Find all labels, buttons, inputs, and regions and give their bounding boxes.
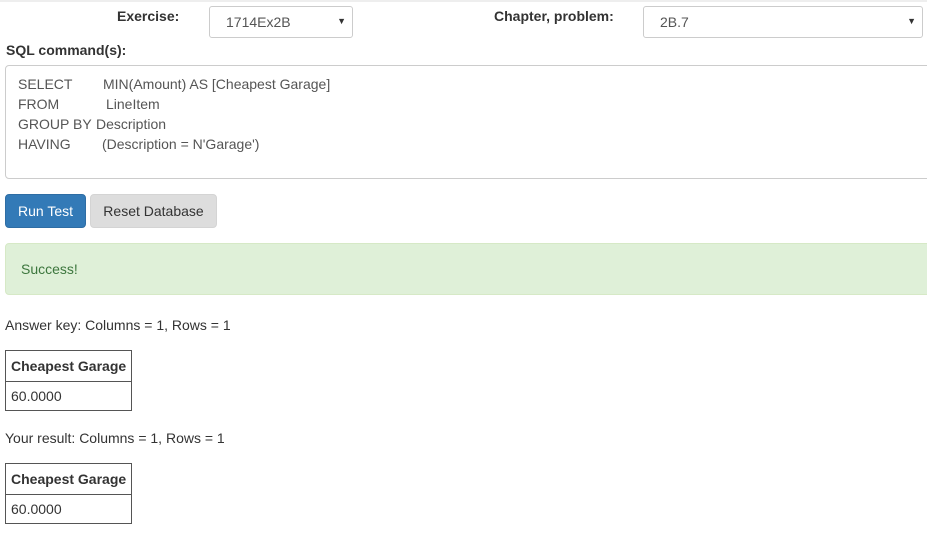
your-result-summary: Your result: Columns = 1, Rows = 1 — [5, 430, 225, 446]
sql-keyword: FROM — [18, 96, 60, 112]
column-header: Cheapest Garage — [4, 463, 133, 495]
exercise-select-value: 1714Ex2B — [226, 14, 291, 30]
table-header-row: Cheapest Garage — [4, 463, 133, 495]
table-row: 60.0000 — [4, 381, 133, 411]
sql-line: GROUP BY Description — [18, 114, 922, 134]
exercise-label: Exercise: — [117, 8, 180, 24]
answer-key-table: Cheapest Garage 60.0000 — [4, 350, 133, 411]
exercise-select[interactable]: 1714Ex2B ▼ — [209, 6, 353, 38]
answer-key-summary: Answer key: Columns = 1, Rows = 1 — [5, 317, 231, 333]
sql-text: MIN(Amount) AS [Cheapest Garage] — [103, 76, 331, 92]
alert-message: Success! — [21, 261, 78, 277]
sql-command-textarea[interactable]: SELECT MIN(Amount) AS [Cheapest Garage] F… — [5, 65, 927, 179]
sql-keyword: HAVING — [18, 136, 71, 152]
sql-test-page: Exercise: 1714Ex2B ▼ Chapter, problem: 2… — [0, 0, 927, 535]
sql-text: (Description = N'Garage') — [102, 136, 260, 152]
table-cell: 60.0000 — [4, 494, 133, 524]
chapter-label: Chapter, problem: — [494, 8, 614, 24]
sql-text: Description — [96, 116, 167, 132]
your-result-table: Cheapest Garage 60.0000 — [4, 463, 133, 524]
table-header-row: Cheapest Garage — [4, 350, 133, 382]
reset-database-button[interactable]: Reset Database — [90, 194, 217, 228]
sql-commands-label: SQL command(s): — [6, 42, 127, 58]
caret-down-icon: ▼ — [907, 16, 916, 26]
success-alert: Success! — [5, 243, 927, 295]
sql-keyword: GROUP BY — [18, 116, 92, 132]
sql-line: SELECT MIN(Amount) AS [Cheapest Garage] — [18, 74, 922, 94]
top-divider — [0, 0, 927, 2]
sql-keyword: SELECT — [18, 76, 73, 92]
table-row: 60.0000 — [4, 494, 133, 524]
caret-down-icon: ▼ — [337, 16, 346, 26]
chapter-select[interactable]: 2B.7 ▼ — [643, 6, 923, 38]
chapter-select-value: 2B.7 — [660, 14, 689, 30]
run-test-button[interactable]: Run Test — [5, 194, 86, 228]
sql-text: LineItem — [106, 96, 160, 112]
table-cell: 60.0000 — [4, 381, 133, 411]
sql-line: HAVING (Description = N'Garage') — [18, 134, 922, 154]
sql-line: FROM LineItem — [18, 94, 922, 114]
column-header: Cheapest Garage — [4, 350, 133, 382]
